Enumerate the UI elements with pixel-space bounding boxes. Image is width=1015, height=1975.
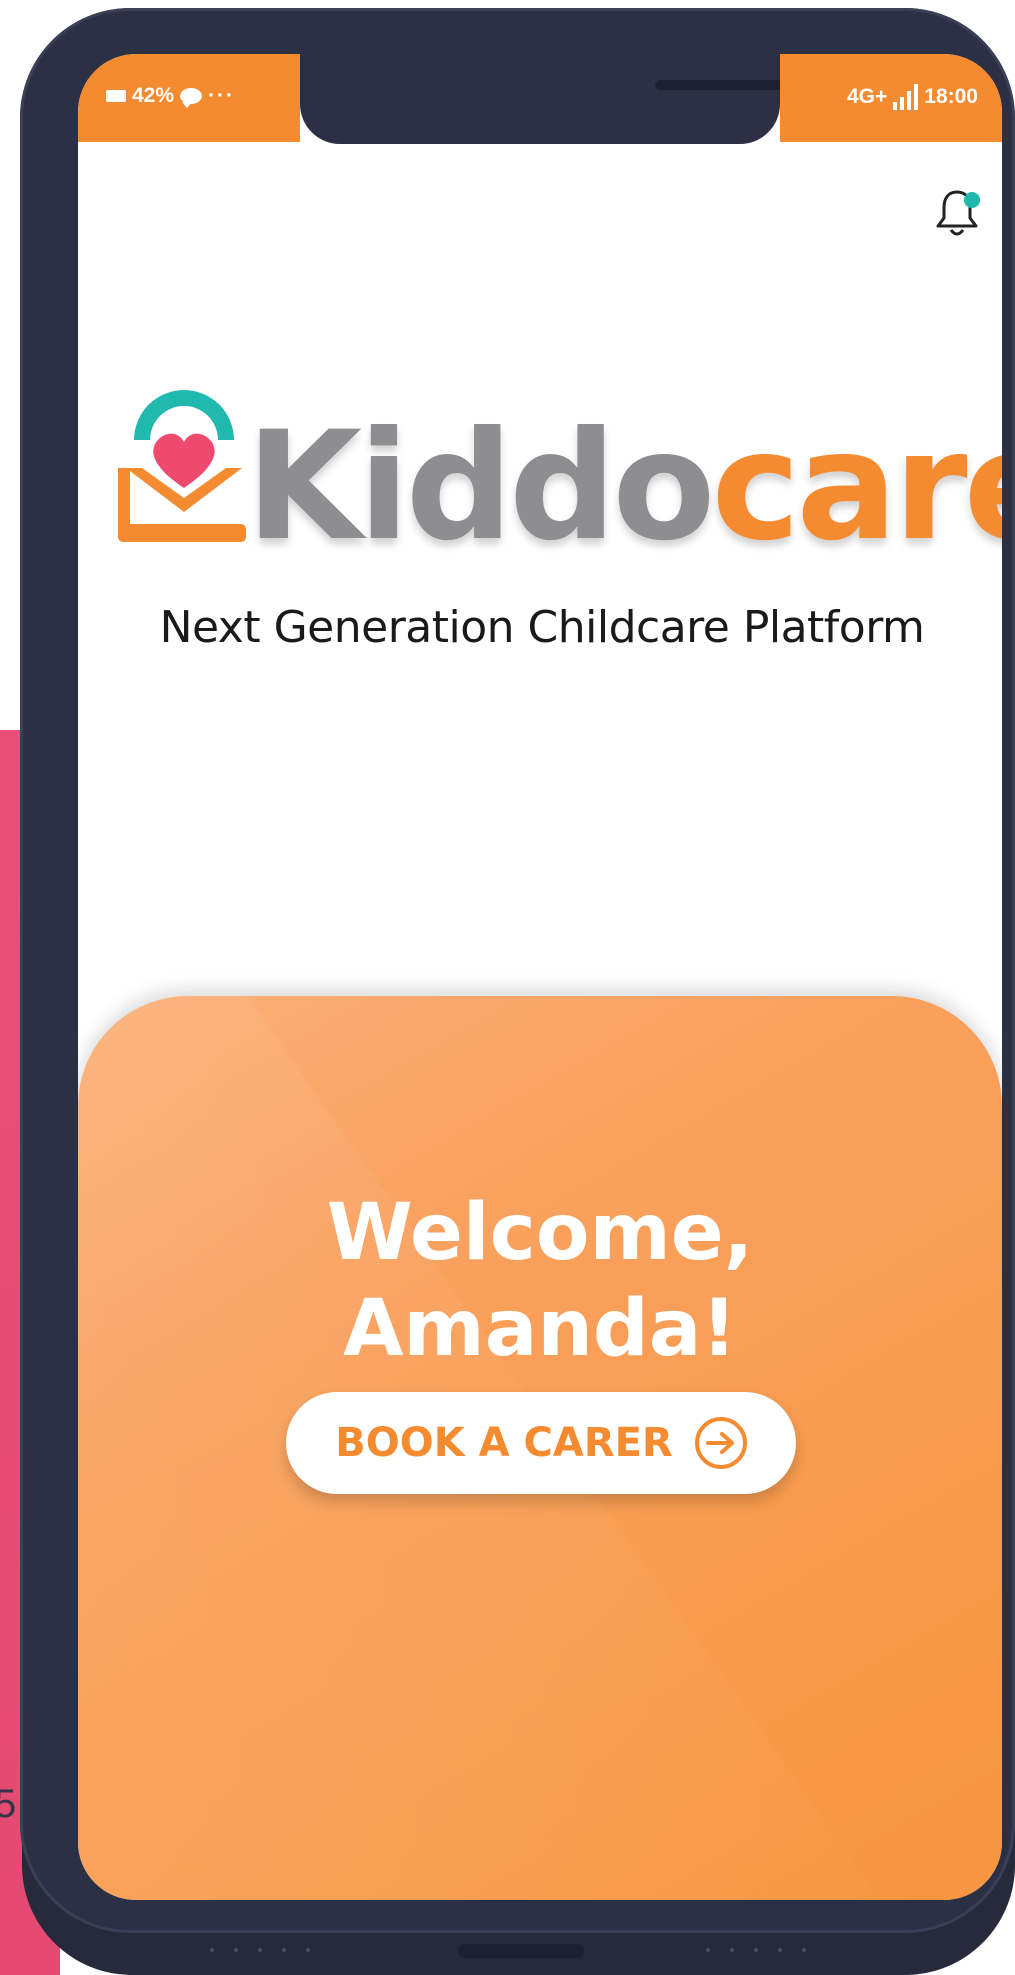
book-a-carer-label: BOOK A CARER [335,1420,673,1466]
phone-frame: 42% ··· 4G+ 18:00 Kiddocar Next Generati… [20,8,1015,1933]
network-type: 4G+ [847,85,888,108]
logo-heart-icon [118,390,246,542]
notch [300,54,839,144]
battery-percentage: 42% [132,84,175,107]
clock-time: 18:00 [924,85,978,108]
brand-tagline: Next Generation Childcare Platform [159,602,925,653]
app-screen: 42% ··· 4G+ 18:00 Kiddocar Next Generati… [78,54,1002,1900]
brand-name-part2: care [711,400,1002,574]
brand-wordmark: Kiddocare [246,412,1002,562]
welcome-line-1: Welcome, [326,1188,754,1278]
phone-home-bar [458,1944,584,1958]
status-bar-left: 42% ··· [78,54,300,142]
background-number: 5 [0,1782,17,1826]
battery-icon [106,90,126,102]
welcome-user-name: Amanda! [343,1284,737,1374]
speaker-grille-left [210,1948,310,1952]
book-a-carer-button[interactable]: BOOK A CARER [286,1392,796,1494]
notification-badge [964,192,980,208]
signal-icon [893,84,919,110]
speaker-grille-right [706,1948,806,1952]
arrow-right-circle-icon [694,1417,747,1469]
more-dots-icon: ··· [208,84,236,107]
status-bar-right: 4G+ 18:00 [780,54,1002,142]
brand-name-part1: Kiddo [246,400,715,574]
message-bubble-icon [180,88,203,108]
